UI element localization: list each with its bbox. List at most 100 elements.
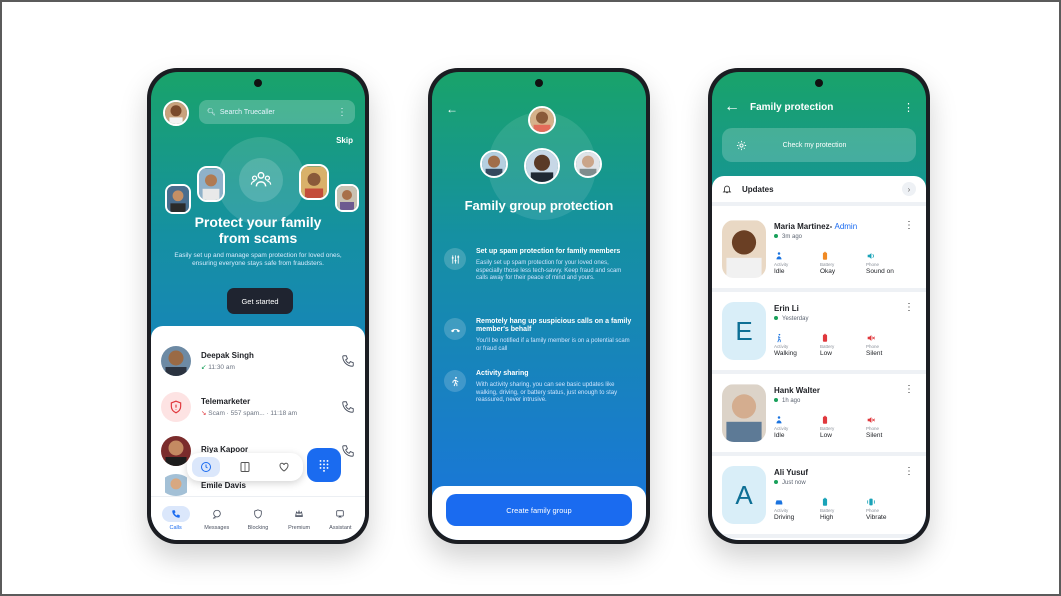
call-icon[interactable] xyxy=(341,400,355,414)
phone-stat: Phone Silent xyxy=(866,412,906,439)
front-camera xyxy=(815,79,823,87)
back-arrow-icon[interactable]: ← xyxy=(724,98,740,116)
hero-title-line1: Protect your family xyxy=(194,214,322,230)
feature-heading: Remotely hang up suspicious calls on a f… xyxy=(476,318,632,333)
member-card[interactable]: A Ali Yusuf Just now ⋮ Activity Driving … xyxy=(712,456,926,538)
battery-stat: Battery Low xyxy=(820,330,860,357)
phone-value: Silent xyxy=(866,432,883,439)
battery-stat: Battery High xyxy=(820,494,860,521)
nav-premium[interactable]: Premium xyxy=(282,506,316,531)
more-icon[interactable]: ⋮ xyxy=(904,466,914,477)
avatar xyxy=(161,346,191,376)
family-photo xyxy=(299,164,329,200)
feature-description: You'll be notified if a family member is… xyxy=(476,338,630,352)
more-icon[interactable]: ⋮ xyxy=(337,107,347,118)
assistant-icon xyxy=(326,506,354,522)
feature-item: Set up spam protection for family member… xyxy=(444,248,634,283)
battery-value: Low xyxy=(820,432,832,439)
online-dot xyxy=(774,234,778,239)
more-icon[interactable]: ⋮ xyxy=(904,302,914,313)
battery-icon xyxy=(822,251,828,260)
search-input[interactable]: Search Truecaller xyxy=(220,109,275,116)
more-icon[interactable]: ⋮ xyxy=(904,384,914,395)
history-icon[interactable] xyxy=(192,457,221,477)
member-initial: E xyxy=(722,302,766,360)
feature-heading: Activity sharing xyxy=(476,370,529,377)
stat-label: Activity xyxy=(774,426,789,431)
activity-stat: Activity Idle xyxy=(774,412,814,439)
member-name-row: Erin Li xyxy=(774,304,799,313)
member-initial: A xyxy=(722,466,766,524)
vibrate-icon xyxy=(867,498,875,506)
last-seen-time: 1h ago xyxy=(782,398,801,404)
phone-family-group: ← Family group protection Set up spam pr… xyxy=(428,68,650,544)
battery-icon xyxy=(822,497,828,506)
battery-value: Okay xyxy=(820,268,836,275)
more-icon[interactable]: ⋮ xyxy=(903,101,914,114)
activity-value: Idle xyxy=(774,268,785,275)
get-started-button[interactable]: Get started xyxy=(227,288,293,314)
family-photo xyxy=(165,184,191,214)
phone-icon xyxy=(161,506,190,522)
member-name-row: Hank Walter xyxy=(774,386,820,395)
feature-heading: Set up spam protection for family member… xyxy=(476,248,621,255)
members-panel: Updates › Maria Martinez- Admin 3m ago ⋮… xyxy=(712,176,926,540)
battery-stat: Battery Low xyxy=(820,412,860,439)
member-last-seen: Yesterday xyxy=(774,316,808,322)
image-frame: 🔍︎ Search Truecaller ⋮ Skip Protect your… xyxy=(0,0,1061,596)
bottom-nav: Calls Messages Blocking Premium Assistan… xyxy=(151,496,365,540)
call-icon[interactable] xyxy=(341,444,355,458)
silent-icon xyxy=(867,417,876,423)
nav-assistant[interactable]: Assistant xyxy=(323,506,357,531)
online-dot xyxy=(774,316,778,321)
skip-button[interactable]: Skip xyxy=(336,136,353,145)
hang-up-icon xyxy=(444,318,466,340)
battery-icon xyxy=(822,333,828,342)
profile-avatar[interactable] xyxy=(163,100,189,126)
favorites-icon[interactable] xyxy=(270,457,298,477)
member-name: Maria Martinez xyxy=(774,222,830,231)
member-name-row: Ali Yusuf xyxy=(774,468,808,477)
walking-icon xyxy=(444,370,466,392)
name-separator: - xyxy=(829,222,833,231)
member-card[interactable]: Maria Martinez- Admin 3m ago ⋮ Activity … xyxy=(712,210,926,292)
nav-blocking[interactable]: Blocking xyxy=(241,506,275,531)
dialpad-button[interactable] xyxy=(307,448,341,482)
more-icon[interactable]: ⋮ xyxy=(904,220,914,231)
check-protection-button[interactable]: Check my protection xyxy=(722,128,916,162)
stat-label: Phone xyxy=(866,344,880,349)
page-title: Family group protection xyxy=(464,198,614,213)
bell-icon xyxy=(722,185,732,194)
updates-row[interactable]: Updates › xyxy=(712,176,926,206)
nav-messages[interactable]: Messages xyxy=(200,506,234,531)
incoming-call-icon: ↙ xyxy=(201,364,207,371)
nav-label: Blocking xyxy=(247,525,269,531)
stat-label: Battery xyxy=(820,262,835,267)
family-protection-screen: ← Family protection ⋮ Check my protectio… xyxy=(712,72,926,540)
search-bar[interactable]: 🔍︎ Search Truecaller ⋮ xyxy=(199,100,355,124)
call-detail: Scam · 557 spam... · 11:18 am xyxy=(208,410,298,417)
activity-value: Driving xyxy=(774,514,795,521)
call-row[interactable]: Telemarketer ↘ Scam · 557 spam... · 11:18… xyxy=(161,390,355,424)
phone-value: Sound on xyxy=(866,268,894,275)
member-card[interactable]: E Erin Li Yesterday ⋮ Activity Walking B… xyxy=(712,292,926,374)
create-family-group-button[interactable]: Create family group xyxy=(446,494,632,526)
call-icon[interactable] xyxy=(341,354,355,368)
gear-icon xyxy=(736,140,747,150)
phone-value: Vibrate xyxy=(866,514,887,521)
nav-label: Calls xyxy=(169,525,182,531)
chevron-right-icon[interactable]: › xyxy=(902,182,916,196)
nav-calls[interactable]: Calls xyxy=(159,506,193,531)
activity-icon xyxy=(776,416,782,424)
back-arrow-icon[interactable]: ← xyxy=(446,102,458,116)
call-row[interactable]: Deepak Singh ↙ 11:30 am xyxy=(161,344,355,378)
nav-label: Premium xyxy=(288,525,311,531)
contacts-icon[interactable] xyxy=(231,457,259,477)
member-card[interactable]: Hank Walter 1h ago ⋮ Activity Idle Batte… xyxy=(712,374,926,456)
front-camera xyxy=(535,79,543,87)
battery-value: Low xyxy=(820,350,832,357)
stat-label: Battery xyxy=(820,508,835,513)
page-title: Family protection xyxy=(750,101,834,113)
member-photo xyxy=(722,384,766,442)
missed-call-icon: ↘ xyxy=(201,410,207,417)
